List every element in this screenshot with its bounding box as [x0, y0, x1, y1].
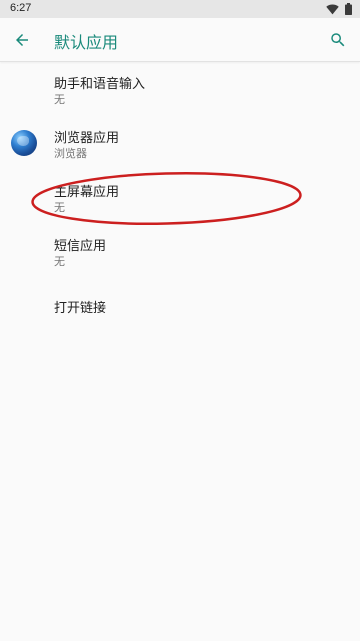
- list-item-home-app[interactable]: 主屏幕应用 无: [0, 170, 360, 224]
- arrow-back-icon: [16, 34, 28, 46]
- search-button[interactable]: [324, 26, 352, 54]
- item-summary: 无: [54, 93, 65, 106]
- list-item-opening-links[interactable]: 打开链接: [0, 278, 360, 332]
- list-item-browser-app[interactable]: 浏览器应用 浏览器: [0, 116, 360, 170]
- item-title: 短信应用: [54, 239, 107, 254]
- app-bar: 默认应用: [0, 18, 360, 62]
- item-summary: 浏览器: [54, 147, 87, 160]
- default-apps-list: 助手和语音输入 无 浏览器应用 浏览器 主屏幕应用 无 短信应用 无 打开链接: [0, 62, 360, 332]
- battery-icon: [345, 3, 352, 15]
- item-title: 浏览器应用: [54, 131, 120, 146]
- list-item-assist-voice-input[interactable]: 助手和语音输入 无: [0, 62, 360, 116]
- search-icon: [331, 33, 345, 47]
- item-summary: 无: [54, 201, 65, 214]
- item-title: 主屏幕应用: [54, 185, 120, 200]
- item-title: 助手和语音输入: [54, 77, 146, 92]
- status-bar: 6:27: [0, 0, 360, 18]
- list-item-sms-app[interactable]: 短信应用 无: [0, 224, 360, 278]
- item-title: 打开链接: [54, 301, 107, 316]
- wifi-icon: [326, 4, 339, 14]
- browser-globe-icon: [11, 130, 37, 156]
- status-icons: [326, 3, 352, 15]
- status-time: 6:27: [10, 2, 32, 14]
- item-summary: 无: [54, 255, 65, 268]
- page-title: 默认应用: [54, 33, 119, 52]
- back-button[interactable]: [8, 26, 36, 54]
